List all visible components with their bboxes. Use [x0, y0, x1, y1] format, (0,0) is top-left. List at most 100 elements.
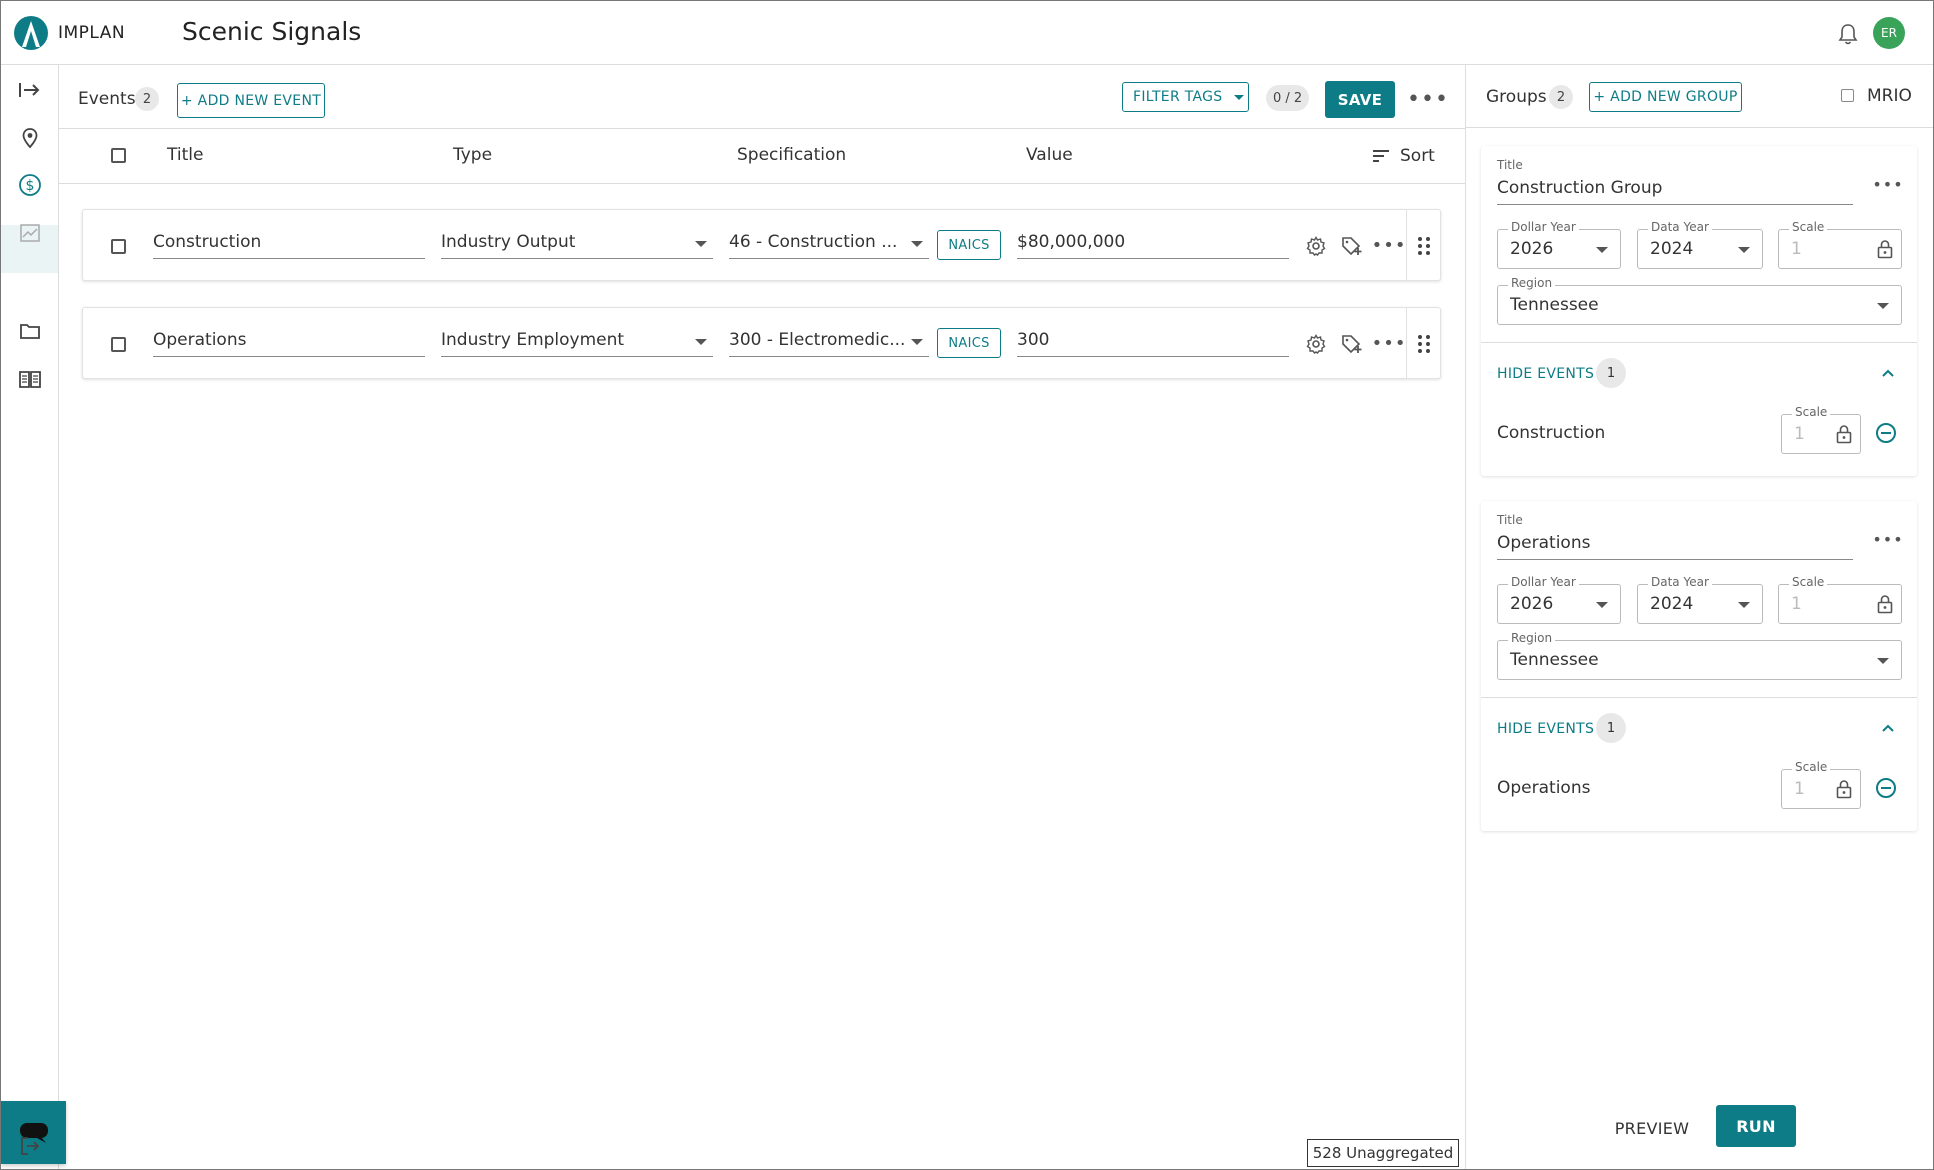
dollar-icon[interactable]: $: [15, 170, 45, 200]
drag-handle-icon[interactable]: [1417, 334, 1431, 354]
event-scale-input[interactable]: Scale 1: [1781, 405, 1861, 454]
folder-icon[interactable]: [15, 316, 45, 346]
event-type-select[interactable]: Industry Employment: [441, 330, 713, 357]
column-header-type[interactable]: Type: [453, 145, 492, 165]
logo-text: IMPLAN: [58, 23, 126, 43]
hide-events-toggle[interactable]: HIDE EVENTS: [1497, 366, 1594, 382]
event-specification-select[interactable]: 300 - Electromedic...: [729, 330, 929, 357]
dollar-year-select[interactable]: Dollar Year 2026: [1497, 575, 1621, 624]
lock-icon[interactable]: [1877, 239, 1893, 259]
event-type-select[interactable]: Industry Output: [441, 232, 713, 259]
sort-button[interactable]: Sort: [1372, 146, 1435, 166]
chevron-up-icon[interactable]: [1881, 368, 1895, 378]
settings-gear-icon[interactable]: [1306, 334, 1326, 354]
divider: [1406, 307, 1407, 379]
lock-icon[interactable]: [1836, 779, 1852, 799]
lock-icon[interactable]: [1836, 424, 1852, 444]
chevron-down-icon: [1877, 658, 1889, 664]
event-title-input[interactable]: Operations: [153, 330, 425, 357]
sort-label: Sort: [1400, 146, 1435, 166]
region-select[interactable]: Region Tennessee: [1497, 631, 1902, 680]
event-value-input[interactable]: $80,000,000: [1017, 232, 1289, 259]
row-more-options-icon[interactable]: •••: [1372, 232, 1406, 258]
event-specification-select[interactable]: 46 - Construction ...: [729, 232, 929, 259]
remove-event-icon[interactable]: [1875, 777, 1897, 799]
group-title-label: Title: [1497, 513, 1523, 527]
region-select[interactable]: Region Tennessee: [1497, 276, 1902, 325]
remove-event-icon[interactable]: [1875, 422, 1897, 444]
lock-icon[interactable]: [1877, 594, 1893, 614]
event-value-input[interactable]: 300: [1017, 330, 1289, 357]
map-pin-icon[interactable]: [15, 123, 45, 153]
event-type-value: Industry Employment: [441, 330, 625, 350]
group-scale-input[interactable]: Scale 1: [1778, 220, 1902, 269]
scale-value: 1: [1791, 239, 1802, 259]
group-title-input[interactable]: Construction Group: [1497, 178, 1853, 205]
row-checkbox[interactable]: [111, 337, 126, 352]
chevron-down-icon: [1738, 602, 1750, 608]
chevron-down-icon: [1738, 247, 1750, 253]
data-year-value: 2024: [1650, 239, 1694, 259]
add-tag-icon[interactable]: [1341, 334, 1363, 354]
column-header-specification[interactable]: Specification: [737, 145, 846, 165]
group-more-options-icon[interactable]: •••: [1872, 527, 1903, 551]
divider: [1481, 697, 1917, 698]
group-title-input[interactable]: Operations: [1497, 533, 1853, 560]
dollar-year-label: Dollar Year: [1508, 575, 1579, 589]
user-avatar[interactable]: ER: [1873, 17, 1905, 49]
drag-handle-icon[interactable]: [1417, 236, 1431, 256]
hide-events-toggle[interactable]: HIDE EVENTS: [1497, 721, 1594, 737]
add-new-event-button[interactable]: + ADD NEW EVENT: [177, 83, 325, 118]
filter-tags-label: FILTER TAGS: [1133, 89, 1223, 105]
implan-logo-icon: [14, 16, 48, 50]
sidebar: $: [1, 65, 66, 1169]
region-label: Region: [1508, 631, 1556, 645]
add-new-group-button[interactable]: + ADD NEW GROUP: [1589, 82, 1742, 112]
notification-bell-icon[interactable]: [1837, 22, 1859, 46]
group-more-options-icon[interactable]: •••: [1872, 172, 1903, 196]
event-scale-input[interactable]: Scale 1: [1781, 760, 1861, 809]
naics-badge-button[interactable]: NAICS: [937, 328, 1001, 358]
scale-label: Scale: [1792, 760, 1831, 774]
chevron-down-icon: [1877, 303, 1889, 309]
naics-badge-button[interactable]: NAICS: [937, 230, 1001, 260]
chart-icon[interactable]: [15, 218, 45, 248]
more-options-icon[interactable]: •••: [1407, 85, 1448, 113]
preview-button[interactable]: PREVIEW: [1607, 1115, 1697, 1141]
row-checkbox[interactable]: [111, 239, 126, 254]
group-title-label: Title: [1497, 158, 1523, 172]
scale-value: 1: [1794, 424, 1805, 444]
data-year-select[interactable]: Data Year 2024: [1637, 220, 1763, 269]
project-title: Scenic Signals: [182, 17, 362, 46]
filter-tags-dropdown[interactable]: FILTER TAGS: [1122, 82, 1249, 112]
dollar-year-value: 2026: [1510, 594, 1554, 614]
event-row: Construction Industry Output 46 - Constr…: [82, 209, 1441, 281]
event-specification-value: 46 - Construction ...: [729, 232, 898, 252]
scale-value: 1: [1794, 779, 1805, 799]
settings-gear-icon[interactable]: [1306, 236, 1326, 256]
selected-counter-badge: 0 / 2: [1266, 85, 1310, 111]
save-button[interactable]: SAVE: [1325, 81, 1395, 118]
select-all-checkbox[interactable]: [111, 148, 126, 163]
divider: [1406, 209, 1407, 281]
logout-icon[interactable]: [15, 1131, 45, 1161]
event-title-input[interactable]: Construction: [153, 232, 425, 259]
svg-text:$: $: [26, 178, 35, 194]
expand-sidebar-icon[interactable]: [15, 75, 45, 105]
scale-label: Scale: [1789, 220, 1828, 234]
dollar-year-select[interactable]: Dollar Year 2026: [1497, 220, 1621, 269]
chevron-up-icon[interactable]: [1881, 723, 1895, 733]
event-row: Operations Industry Employment 300 - Ele…: [82, 307, 1441, 379]
dollar-year-label: Dollar Year: [1508, 220, 1579, 234]
row-more-options-icon[interactable]: •••: [1372, 330, 1406, 356]
group-scale-input[interactable]: Scale 1: [1778, 575, 1902, 624]
group-event-count-badge: 1: [1596, 713, 1626, 743]
region-value: Tennessee: [1510, 295, 1599, 315]
mrio-checkbox[interactable]: [1841, 89, 1854, 102]
run-button[interactable]: RUN: [1716, 1105, 1796, 1147]
book-icon[interactable]: [15, 364, 45, 394]
column-header-title[interactable]: Title: [167, 145, 203, 165]
add-tag-icon[interactable]: [1341, 236, 1363, 256]
data-year-select[interactable]: Data Year 2024: [1637, 575, 1763, 624]
column-header-value[interactable]: Value: [1026, 145, 1073, 165]
